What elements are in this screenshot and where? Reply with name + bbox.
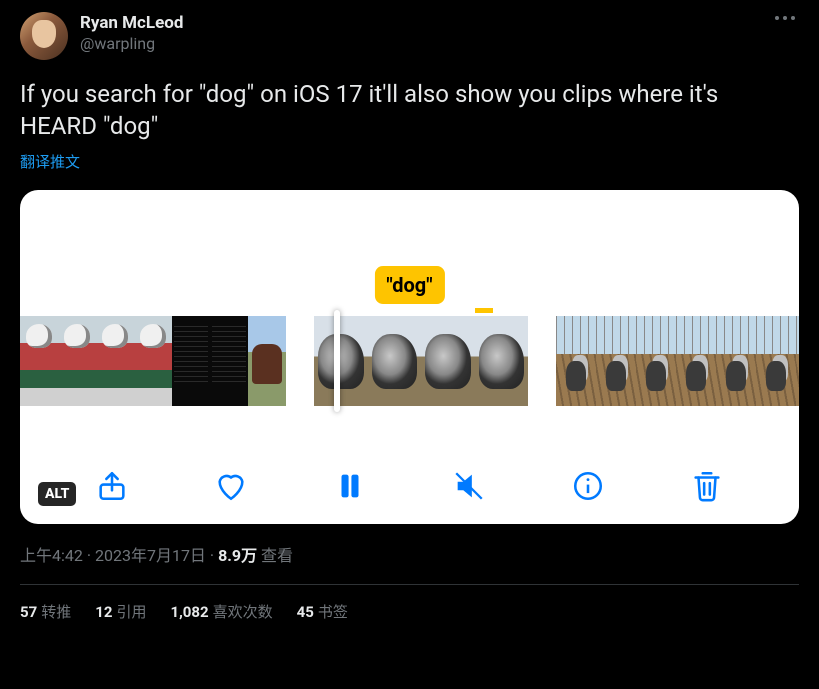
media-toolbar [20, 464, 799, 508]
thumbnail [20, 316, 58, 406]
trash-icon[interactable] [685, 464, 729, 508]
thumbnail [368, 316, 422, 406]
tweet-container: Ryan McLeod @warpling If you search for … [0, 0, 819, 622]
thumbnail [58, 316, 96, 406]
date: 2023年7月17日 [95, 546, 206, 565]
share-icon[interactable] [90, 464, 134, 508]
media-card[interactable]: "dog" [20, 190, 799, 524]
thumbnail [134, 316, 172, 406]
clip-group [314, 316, 528, 406]
thumbnail [172, 316, 210, 406]
likes-stat[interactable]: 1,082喜欢次数 [170, 601, 272, 622]
heart-icon[interactable] [209, 464, 253, 508]
thumbnail [475, 316, 529, 406]
handle: @warpling [80, 34, 183, 55]
thumbnail [421, 316, 475, 406]
display-name: Ryan McLeod [80, 12, 183, 34]
tooltip-tick [475, 308, 493, 313]
playhead[interactable] [334, 310, 340, 412]
thumbnail [314, 316, 368, 406]
views-label: 查看 [257, 546, 293, 565]
tweet-header: Ryan McLeod @warpling [20, 12, 799, 60]
mute-icon[interactable] [447, 464, 491, 508]
quotes-stat[interactable]: 12引用 [95, 601, 146, 622]
author-block[interactable]: Ryan McLeod @warpling [80, 12, 183, 55]
tweet-meta[interactable]: 上午4:42 · 2023年7月17日 · 8.9万 查看 [20, 542, 799, 566]
retweets-stat[interactable]: 57转推 [20, 601, 71, 622]
thumbnail [596, 316, 636, 406]
clip-group [20, 316, 286, 406]
more-options-icon[interactable] [771, 12, 799, 24]
avatar[interactable] [20, 12, 68, 60]
thumbnail [248, 316, 286, 406]
tweet-text: If you search for "dog" on iOS 17 it'll … [20, 78, 799, 143]
time: 上午4:42 [20, 546, 83, 565]
thumbnail [676, 316, 716, 406]
clip-group [556, 316, 799, 406]
thumbnail [796, 316, 799, 406]
thumbnail [716, 316, 756, 406]
stats-row: 57转推 12引用 1,082喜欢次数 45书签 [20, 585, 799, 622]
info-icon[interactable] [566, 464, 610, 508]
thumbnail [756, 316, 796, 406]
thumbnail [210, 316, 248, 406]
search-tooltip: "dog" [374, 266, 444, 304]
thumbnail [636, 316, 676, 406]
views-count: 8.9万 [218, 546, 257, 565]
translate-link[interactable]: 翻译推文 [20, 151, 799, 172]
thumbnail [96, 316, 134, 406]
video-timeline[interactable] [20, 316, 799, 406]
thumbnail [556, 316, 596, 406]
pause-icon[interactable] [328, 464, 372, 508]
bookmarks-stat[interactable]: 45书签 [297, 601, 348, 622]
alt-badge[interactable]: ALT [38, 482, 76, 506]
